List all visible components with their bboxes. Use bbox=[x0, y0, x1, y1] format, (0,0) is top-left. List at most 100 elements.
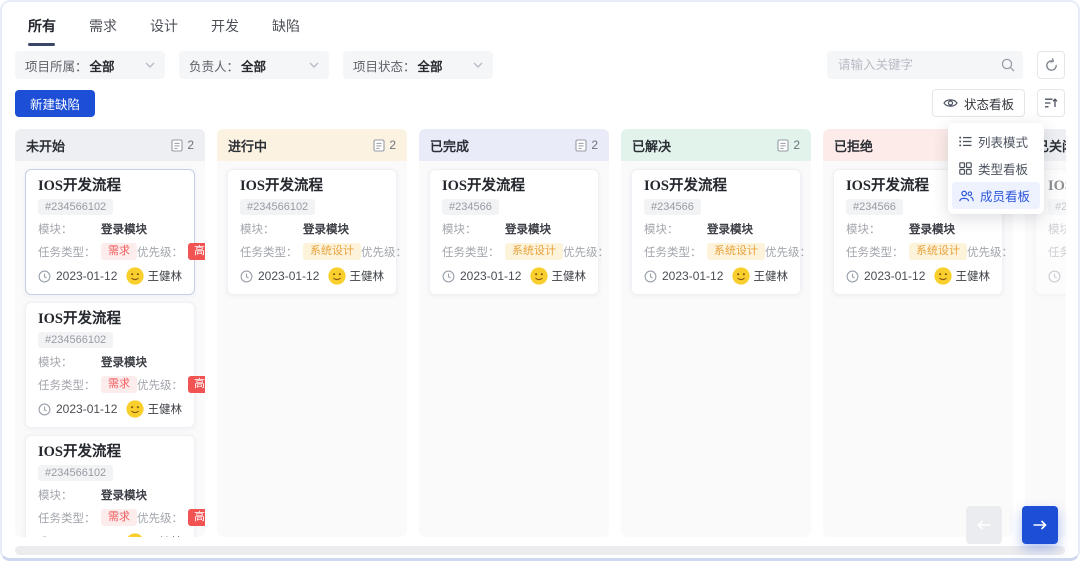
arrow-right-icon bbox=[1032, 519, 1048, 531]
assignee: 王健林 bbox=[934, 267, 991, 285]
view-menu-item-label: 成员看板 bbox=[980, 186, 1030, 205]
search-icon[interactable] bbox=[1001, 58, 1015, 72]
task-card[interactable]: IOS开发流程 #234566102 模块： 登录模块 任务类型： 需求 优先级… bbox=[25, 169, 195, 295]
type-pair: 任务类型： 需求 bbox=[38, 509, 137, 526]
avatar bbox=[732, 267, 750, 285]
assignee: 王健林 bbox=[732, 267, 789, 285]
type-priority-row: 任务类型： 需求 优先级： 高 bbox=[38, 509, 182, 526]
new-defect-button[interactable]: 新建缺陷 bbox=[15, 90, 95, 117]
card-footer: 2023-01-12 王健林 bbox=[1048, 267, 1066, 285]
type-priority-row: 任务类型： 系统设计 优先级： 高 bbox=[240, 243, 384, 260]
card-footer: 2023-01-12 王健林 bbox=[38, 400, 182, 418]
card-count: 2 bbox=[373, 138, 396, 152]
clock-icon bbox=[644, 270, 657, 283]
type-badge: 需求 bbox=[101, 243, 137, 260]
clock-icon bbox=[38, 270, 51, 283]
card-title: IOS开发流程 bbox=[644, 178, 788, 194]
priority-label: 优先级： bbox=[361, 244, 407, 260]
card-title: IOS开发流程 bbox=[38, 178, 182, 194]
priority-pair: 优先级： 高 bbox=[137, 376, 205, 393]
avatar bbox=[934, 267, 952, 285]
card-footer: 2023-01-12 王健林 bbox=[240, 267, 384, 285]
view-menu-item[interactable]: 成员看板 bbox=[952, 182, 1040, 209]
type-pair: 任务类型： 系统设计 bbox=[846, 243, 967, 260]
assignee-name: 王健林 bbox=[148, 401, 183, 417]
assignee: 王健林 bbox=[126, 267, 183, 285]
tab[interactable]: 所有 bbox=[28, 16, 56, 46]
priority-pair: 优先级： 高 bbox=[361, 243, 407, 260]
type-label: 任务类型： bbox=[38, 377, 101, 393]
type-label: 任务类型： bbox=[38, 244, 101, 260]
column-title: 已拒绝 bbox=[834, 136, 873, 155]
card-id-badge: #234566102 bbox=[38, 332, 113, 348]
card-count-number: 2 bbox=[187, 138, 194, 152]
doc-icon bbox=[171, 139, 183, 152]
tab-active-underline bbox=[28, 43, 55, 46]
priority-label: 优先级： bbox=[967, 244, 1013, 260]
action-row: 新建缺陷 状态看板 bbox=[15, 89, 1065, 117]
view-menu-item[interactable]: 类型看板 bbox=[952, 155, 1040, 182]
module-label: 模块： bbox=[38, 354, 101, 370]
task-card[interactable]: IOS开发流程 #234566102 模块： 登录模块 任务类型： 需求 优先级… bbox=[25, 302, 195, 428]
column-body: IOS开发流程 #234566 模块： 登录模块 任务类型： 系统设计 优先级：… bbox=[621, 161, 811, 537]
filter-select[interactable]: 负责人： 全部 bbox=[179, 51, 329, 79]
module-row: 模块： 登录模块 bbox=[1048, 221, 1066, 237]
chevron-down-icon bbox=[473, 62, 483, 68]
module-value: 登录模块 bbox=[505, 221, 551, 237]
list-icon bbox=[959, 136, 972, 147]
card-count-number: 2 bbox=[389, 138, 396, 152]
type-pair: 任务类型： 需求 bbox=[38, 376, 137, 393]
task-card[interactable]: IOS开发流程 #234566102 模块： 登录模块 任务类型： 系统设计 优… bbox=[227, 169, 397, 295]
task-card[interactable]: IOS开发流程 #234566 模块： 登录模块 任务类型： 系统设计 优先级：… bbox=[429, 169, 599, 295]
task-card[interactable]: IOS开发流程 #234566 模块： 登录模块 任务类型： 系统设计 优先级：… bbox=[631, 169, 801, 295]
arrow-left-icon bbox=[976, 519, 992, 531]
task-card[interactable]: IOS开发流程 #234566102 模块： 登录模块 任务类型： 需求 优先级… bbox=[25, 435, 195, 537]
sort-button[interactable] bbox=[1037, 89, 1065, 117]
app-window: 所有 需求 设计 开发 缺陷 项目所属： 全部 负责人： 全部 项目状态： 全部 bbox=[0, 0, 1080, 561]
card-date: 2023-01-12 bbox=[56, 402, 117, 416]
module-label: 模块： bbox=[644, 221, 707, 237]
clock-icon bbox=[38, 536, 51, 538]
refresh-button[interactable] bbox=[1037, 51, 1065, 79]
avatar bbox=[530, 267, 548, 285]
column-header: 进行中 2 bbox=[217, 129, 407, 161]
search-input[interactable] bbox=[836, 57, 1001, 73]
type-priority-row: 任务类型： 系统设计 优先级： 高 bbox=[442, 243, 586, 260]
filter-label: 项目所属： bbox=[25, 56, 88, 75]
next-page-button[interactable] bbox=[1022, 506, 1058, 544]
tab[interactable]: 缺陷 bbox=[272, 16, 300, 46]
priority-label: 优先级： bbox=[765, 244, 811, 260]
card-footer: 2023-01-12 王健林 bbox=[644, 267, 788, 285]
card-date: 2023-01-12 bbox=[56, 269, 117, 283]
module-row: 模块： 登录模块 bbox=[442, 221, 586, 237]
horizontal-scrollbar[interactable] bbox=[15, 546, 1065, 555]
search-input-wrapper[interactable] bbox=[827, 51, 1023, 79]
view-mode-button[interactable]: 状态看板 bbox=[932, 89, 1025, 117]
type-label: 任务类型： bbox=[38, 510, 101, 526]
grid-icon bbox=[959, 162, 972, 175]
filter-select[interactable]: 项目所属： 全部 bbox=[15, 51, 165, 79]
priority-badge: 高 bbox=[188, 376, 205, 393]
prev-page-button[interactable] bbox=[966, 506, 1002, 544]
filter-select[interactable]: 项目状态： 全部 bbox=[343, 51, 493, 79]
type-badge: 系统设计 bbox=[909, 243, 967, 260]
priority-label: 优先级： bbox=[137, 244, 183, 260]
view-menu-item[interactable]: 列表模式 bbox=[952, 128, 1040, 155]
type-priority-row: 任务类型： 系统设计 优先级： 高 bbox=[846, 243, 990, 260]
kanban-column: 未开始 2 IOS开发流程 #234566102 模块： 登录模块 任务类型： … bbox=[15, 129, 205, 537]
tab[interactable]: 需求 bbox=[89, 16, 117, 46]
type-badge: 需求 bbox=[101, 509, 137, 526]
type-pair: 任务类型： 系统设计 bbox=[1048, 243, 1066, 260]
priority-pair: 优先级： 高 bbox=[765, 243, 811, 260]
priority-label: 优先级： bbox=[563, 244, 609, 260]
type-label: 任务类型： bbox=[846, 244, 909, 260]
clock-icon bbox=[240, 270, 253, 283]
clock-icon bbox=[38, 403, 51, 416]
tab[interactable]: 开发 bbox=[211, 16, 239, 46]
card-footer: 2023-01-12 王健林 bbox=[846, 267, 990, 285]
module-value: 登录模块 bbox=[101, 221, 147, 237]
card-id-badge: #234566102 bbox=[38, 465, 113, 481]
tab[interactable]: 设计 bbox=[150, 16, 178, 46]
card-footer: 2023-01-12 王健林 bbox=[442, 267, 586, 285]
avatar bbox=[328, 267, 346, 285]
